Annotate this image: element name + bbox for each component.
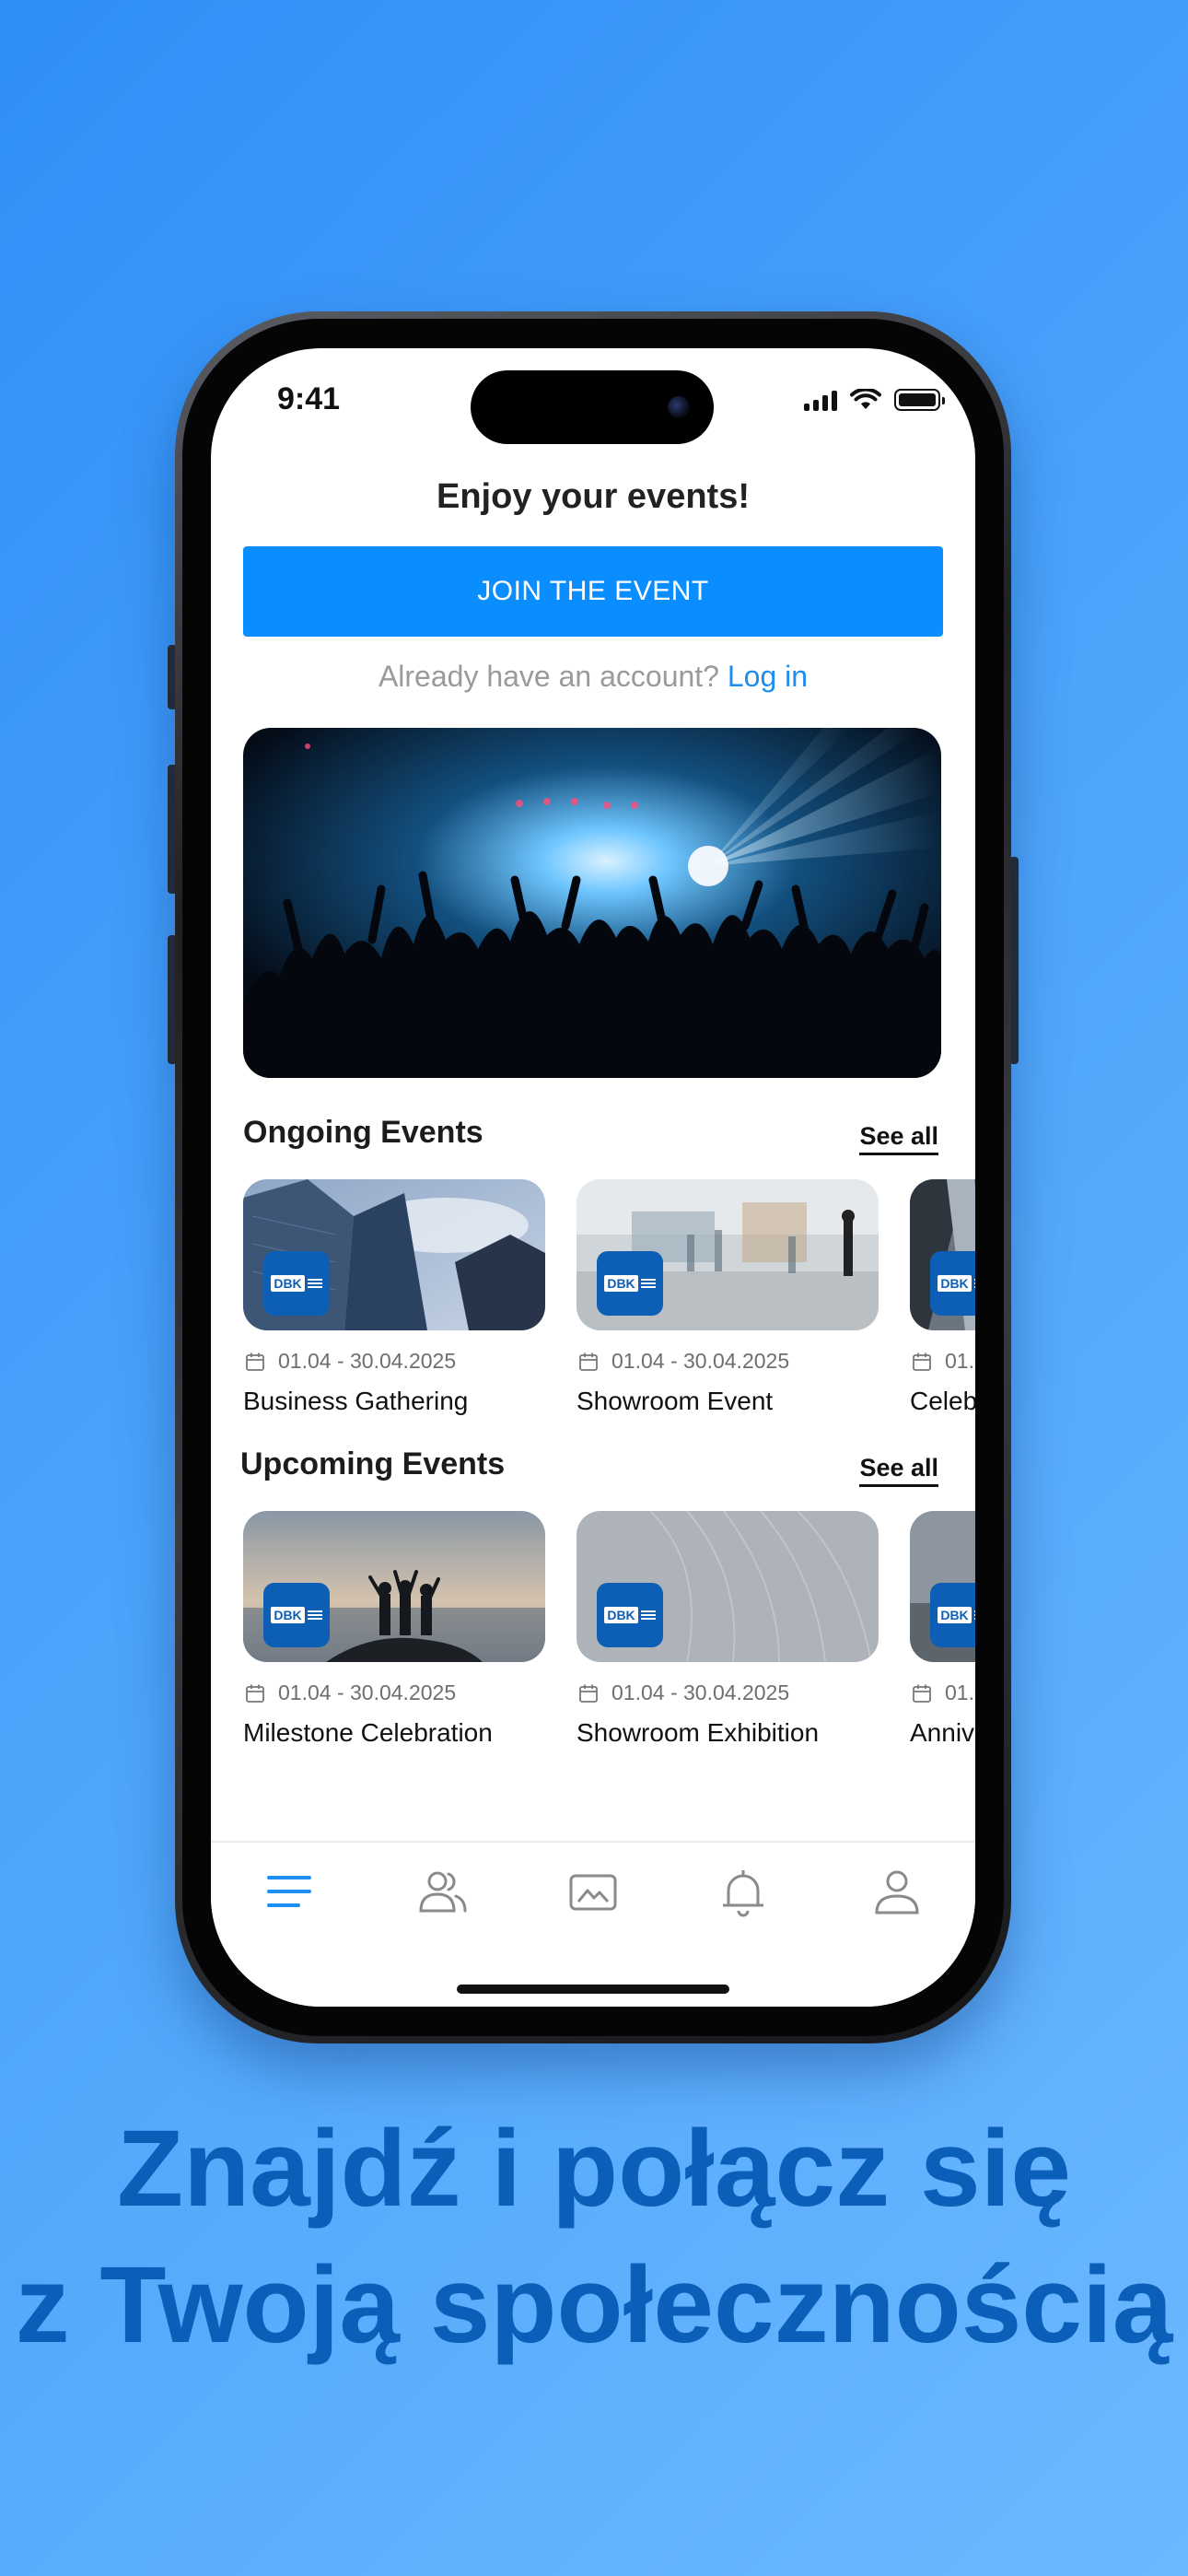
- dbk-logo: DBK: [263, 1251, 330, 1316]
- account-prompt-line: Already have an account? Log in: [211, 660, 975, 694]
- calendar-icon: [246, 1684, 264, 1703]
- event-image: DBK: [910, 1179, 975, 1330]
- page-title: Enjoy your events!: [437, 477, 750, 516]
- dbk-logo: DBK: [930, 1583, 975, 1647]
- event-date: 01.04 - 30.04.2025: [945, 1349, 975, 1373]
- event-date-row: 01.04 - 30.04.2025: [243, 1680, 545, 1705]
- status-time: 9:41: [277, 381, 341, 416]
- event-date: 01.04 - 30.04.2025: [611, 1349, 790, 1373]
- event-date-row: 01.04 - 30.04.2025: [577, 1680, 879, 1705]
- event-image: DBK: [243, 1511, 545, 1662]
- ongoing-events-title: Ongoing Events: [243, 1115, 483, 1150]
- event-name: Celebration: [910, 1387, 975, 1415]
- calendar-icon: [579, 1684, 598, 1703]
- nav-gallery[interactable]: [565, 1865, 621, 1920]
- event-card[interactable]: DBK 01.04 - 30.04.2025 Showroom Event: [577, 1179, 879, 1416]
- event-card[interactable]: DBK 01.04 - 30.04.2025 Celebration: [910, 1179, 975, 1416]
- calendar-icon: [246, 1352, 264, 1371]
- calendar-icon: [913, 1352, 931, 1371]
- signal-icon: [804, 389, 837, 411]
- bottom-nav: [211, 1841, 975, 2007]
- event-name: Anniversary: [910, 1718, 975, 1747]
- event-card[interactable]: DBK 01.04 - 30.04.2025 Business Gatherin…: [243, 1179, 545, 1416]
- account-prompt-text: Already have an account?: [378, 660, 719, 693]
- dbk-logo: DBK: [597, 1251, 663, 1316]
- event-name: Showroom Event: [577, 1387, 774, 1415]
- event-card[interactable]: DBK 01.04 - 30.04.2025 Anniversary: [910, 1511, 975, 1748]
- home-indicator: [457, 1985, 729, 1994]
- menu-icon: [267, 1876, 311, 1907]
- event-name: Milestone Celebration: [243, 1718, 493, 1747]
- event-date: 01.04 - 30.04.2025: [278, 1349, 457, 1373]
- nav-menu[interactable]: [262, 1865, 317, 1920]
- join-event-button[interactable]: JOIN THE EVENT: [243, 546, 943, 637]
- calendar-icon: [913, 1684, 931, 1703]
- phone-screen: 9:41 Enjoy your events! JOIN THE EVENT A…: [211, 348, 975, 2007]
- hero-image: [243, 728, 941, 1078]
- status-icons: [804, 389, 945, 411]
- login-link[interactable]: Log in: [728, 660, 808, 693]
- event-date: 01.04 - 30.04.2025: [611, 1680, 790, 1704]
- event-date-row: 01.04 - 30.04.2025: [910, 1680, 975, 1705]
- dbk-logo: DBK: [930, 1251, 975, 1316]
- event-image: DBK: [577, 1179, 879, 1330]
- event-image: DBK: [577, 1511, 879, 1662]
- ongoing-see-all-link[interactable]: See all: [859, 1122, 938, 1155]
- event-name: Showroom Exhibition: [577, 1718, 820, 1747]
- event-date: 01.04 - 30.04.2025: [945, 1680, 975, 1704]
- event-date-row: 01.04 - 30.04.2025: [910, 1349, 975, 1374]
- camera-icon: [668, 396, 690, 418]
- nav-profile[interactable]: [869, 1865, 925, 1920]
- gallery-icon: [569, 1874, 617, 1911]
- people-icon: [419, 1871, 467, 1913]
- battery-icon: [894, 389, 945, 411]
- event-card[interactable]: DBK 01.04 - 30.04.2025 Milestone Celebra…: [243, 1511, 545, 1748]
- headline-line-2: z Twoją społecznością: [15, 2244, 1173, 2366]
- bell-icon: [723, 1870, 763, 1917]
- upcoming-events-title: Upcoming Events: [240, 1446, 506, 1481]
- event-date-row: 01.04 - 30.04.2025: [243, 1349, 545, 1374]
- event-image: DBK: [243, 1179, 545, 1330]
- dynamic-island: [471, 370, 714, 444]
- event-name: Business Gathering: [243, 1387, 469, 1415]
- nav-people[interactable]: [415, 1865, 471, 1920]
- marketing-headline: Znajdź i połącz się z Twoją społeczności…: [0, 2101, 1188, 2373]
- wifi-icon: [850, 389, 881, 409]
- dbk-logo: DBK: [263, 1583, 330, 1647]
- event-date-row: 01.04 - 30.04.2025: [577, 1349, 879, 1374]
- calendar-icon: [579, 1352, 598, 1371]
- event-date: 01.04 - 30.04.2025: [278, 1680, 457, 1704]
- dbk-logo: DBK: [597, 1583, 663, 1647]
- event-image: DBK: [910, 1511, 975, 1662]
- event-card[interactable]: DBK 01.04 - 30.04.2025 Showroom Exhibiti…: [577, 1511, 879, 1748]
- upcoming-see-all-link[interactable]: See all: [859, 1454, 938, 1487]
- headline-line-1: Znajdź i połącz się: [116, 2108, 1071, 2230]
- profile-icon: [875, 1870, 919, 1914]
- nav-notifications[interactable]: [716, 1865, 771, 1920]
